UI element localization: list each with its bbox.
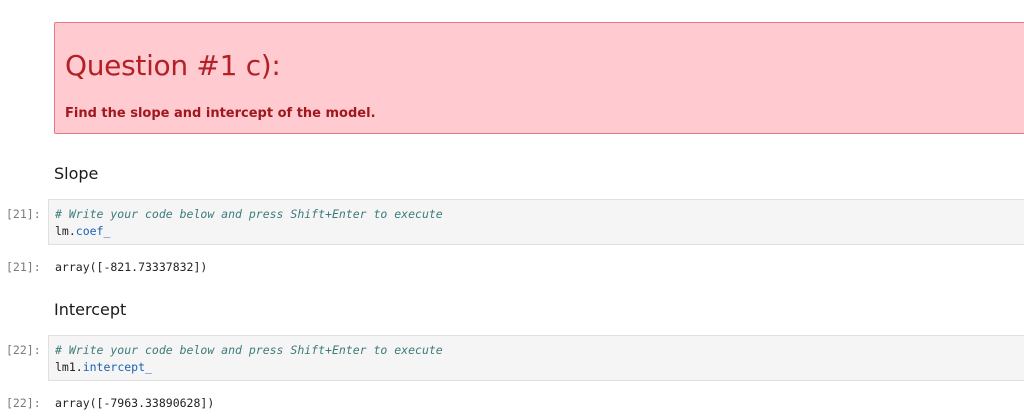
code-attribute: coef_ bbox=[75, 224, 111, 238]
code-line: lm1.intercept_ bbox=[55, 359, 1024, 376]
question-title: Question #1 c): bbox=[65, 49, 281, 82]
intercept-code-cell[interactable]: # Write your code below and press Shift+… bbox=[48, 335, 1024, 381]
slope-output-prompt: [21]: bbox=[6, 260, 41, 274]
code-object: lm1. bbox=[55, 360, 83, 374]
code-comment: # Write your code below and press Shift+… bbox=[55, 207, 443, 221]
intercept-output-prompt: [22]: bbox=[6, 396, 41, 410]
code-comment: # Write your code below and press Shift+… bbox=[55, 343, 443, 357]
code-line: lm.coef_ bbox=[55, 223, 1024, 240]
question-text: Find the slope and intercept of the mode… bbox=[65, 106, 376, 121]
intercept-input-prompt: [22]: bbox=[6, 343, 41, 357]
code-line: # Write your code below and press Shift+… bbox=[55, 342, 1024, 359]
slope-heading: Slope bbox=[54, 164, 99, 183]
code-object: lm. bbox=[55, 224, 76, 238]
notebook-page: Question #1 c): Find the slope and inter… bbox=[0, 0, 1024, 417]
slope-input-prompt: [21]: bbox=[6, 207, 41, 221]
intercept-heading: Intercept bbox=[54, 300, 127, 319]
code-attribute: intercept_ bbox=[82, 360, 152, 374]
slope-output: array([-821.73337832]) bbox=[55, 260, 208, 274]
intercept-output: array([-7963.33890628]) bbox=[55, 396, 215, 410]
slope-code-cell[interactable]: # Write your code below and press Shift+… bbox=[48, 199, 1024, 245]
question-alert-box: Question #1 c): Find the slope and inter… bbox=[54, 22, 1024, 134]
code-line: # Write your code below and press Shift+… bbox=[55, 206, 1024, 223]
